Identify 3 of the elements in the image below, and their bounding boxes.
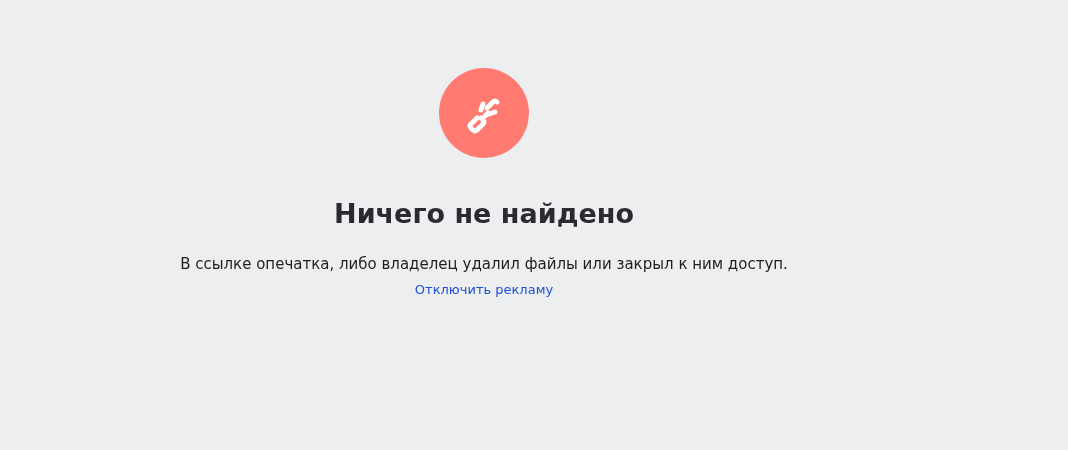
disable-ads-link[interactable]: Отключить рекламу <box>414 279 554 300</box>
error-message: В ссылке опечатка, либо владелец удалил файлы или закрыл к ним доступ. <box>180 254 788 276</box>
page-heading: Ничего не найдено <box>334 197 634 231</box>
